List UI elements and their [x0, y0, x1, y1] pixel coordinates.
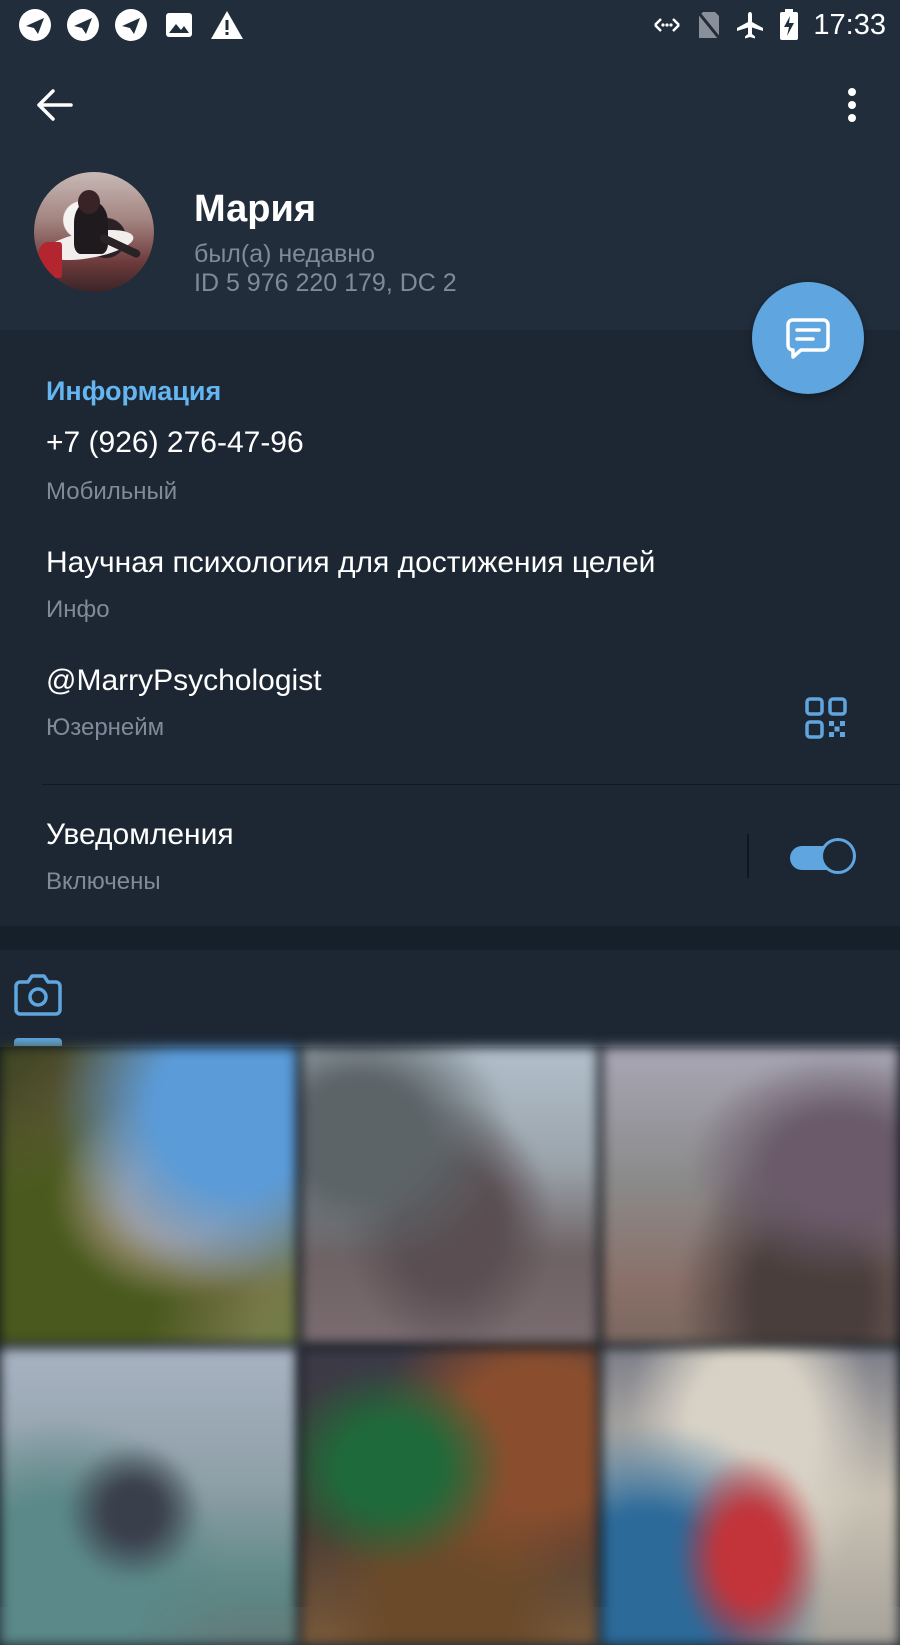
- info-section: Информация +7 (926) 276-47-96 Мобильный …: [0, 338, 900, 926]
- no-sim-icon: [697, 11, 722, 40]
- camera-icon: [14, 974, 62, 1016]
- notification-icons: [18, 8, 244, 42]
- section-title: Информация: [46, 376, 222, 406]
- clock: 17:33: [813, 8, 886, 41]
- active-tab-indicator: [14, 1038, 62, 1046]
- back-arrow-icon: [37, 89, 73, 121]
- app-notification-icon: [114, 8, 148, 42]
- notifications-toggle[interactable]: [790, 838, 858, 878]
- phone-label: Мобильный: [46, 478, 178, 505]
- photo-thumbnail[interactable]: [602, 1047, 899, 1344]
- bio-label: Инфо: [46, 596, 110, 623]
- tab-photos[interactable]: [14, 972, 62, 1016]
- user-id-line: ID 5 976 220 179, DC 2: [194, 269, 457, 297]
- photo-thumbnail[interactable]: [0, 1348, 297, 1645]
- more-options-button[interactable]: [832, 80, 872, 130]
- message-icon: [786, 318, 830, 359]
- app-notification-icon: [18, 8, 52, 42]
- image-icon: [162, 8, 196, 42]
- profile-header: Мария был(а) недавно ID 5 976 220 179, D…: [0, 50, 900, 330]
- avatar[interactable]: [34, 172, 154, 292]
- phone-number[interactable]: +7 (926) 276-47-96: [46, 426, 304, 460]
- airplane-icon: [737, 12, 764, 39]
- media-tabs: [0, 950, 900, 1046]
- last-seen-status: был(а) недавно: [194, 240, 376, 268]
- data-sync-icon: [654, 18, 681, 32]
- photo-thumbnail[interactable]: [301, 1348, 598, 1645]
- status-bar: 17:33: [0, 0, 900, 50]
- photo-thumbnail[interactable]: [0, 1047, 297, 1344]
- photo-thumbnail[interactable]: [301, 1047, 598, 1344]
- bio-text[interactable]: Научная психология для достижения целей: [46, 546, 655, 580]
- notifications-state: Включены: [46, 868, 161, 895]
- photo-thumbnail[interactable]: [602, 1348, 899, 1645]
- warning-icon: [210, 8, 244, 42]
- vertical-separator: [747, 834, 749, 878]
- profile-name: Мария: [194, 188, 316, 230]
- send-message-button[interactable]: [752, 282, 864, 394]
- app-notification-icon: [66, 8, 100, 42]
- back-button[interactable]: [30, 80, 80, 130]
- username-label: Юзернейм: [46, 714, 165, 741]
- qr-code-icon: [805, 697, 847, 739]
- notifications-title[interactable]: Уведомления: [46, 818, 234, 852]
- qr-code-button[interactable]: [804, 696, 848, 740]
- photo-grid: [0, 1047, 900, 1645]
- section-gap: [0, 926, 900, 950]
- battery-charging-icon: [780, 9, 799, 40]
- divider: [42, 784, 900, 785]
- system-icons: 17:33: [651, 6, 886, 44]
- more-vertical-icon: [848, 88, 856, 122]
- username[interactable]: @MarryPsychologist: [46, 664, 322, 698]
